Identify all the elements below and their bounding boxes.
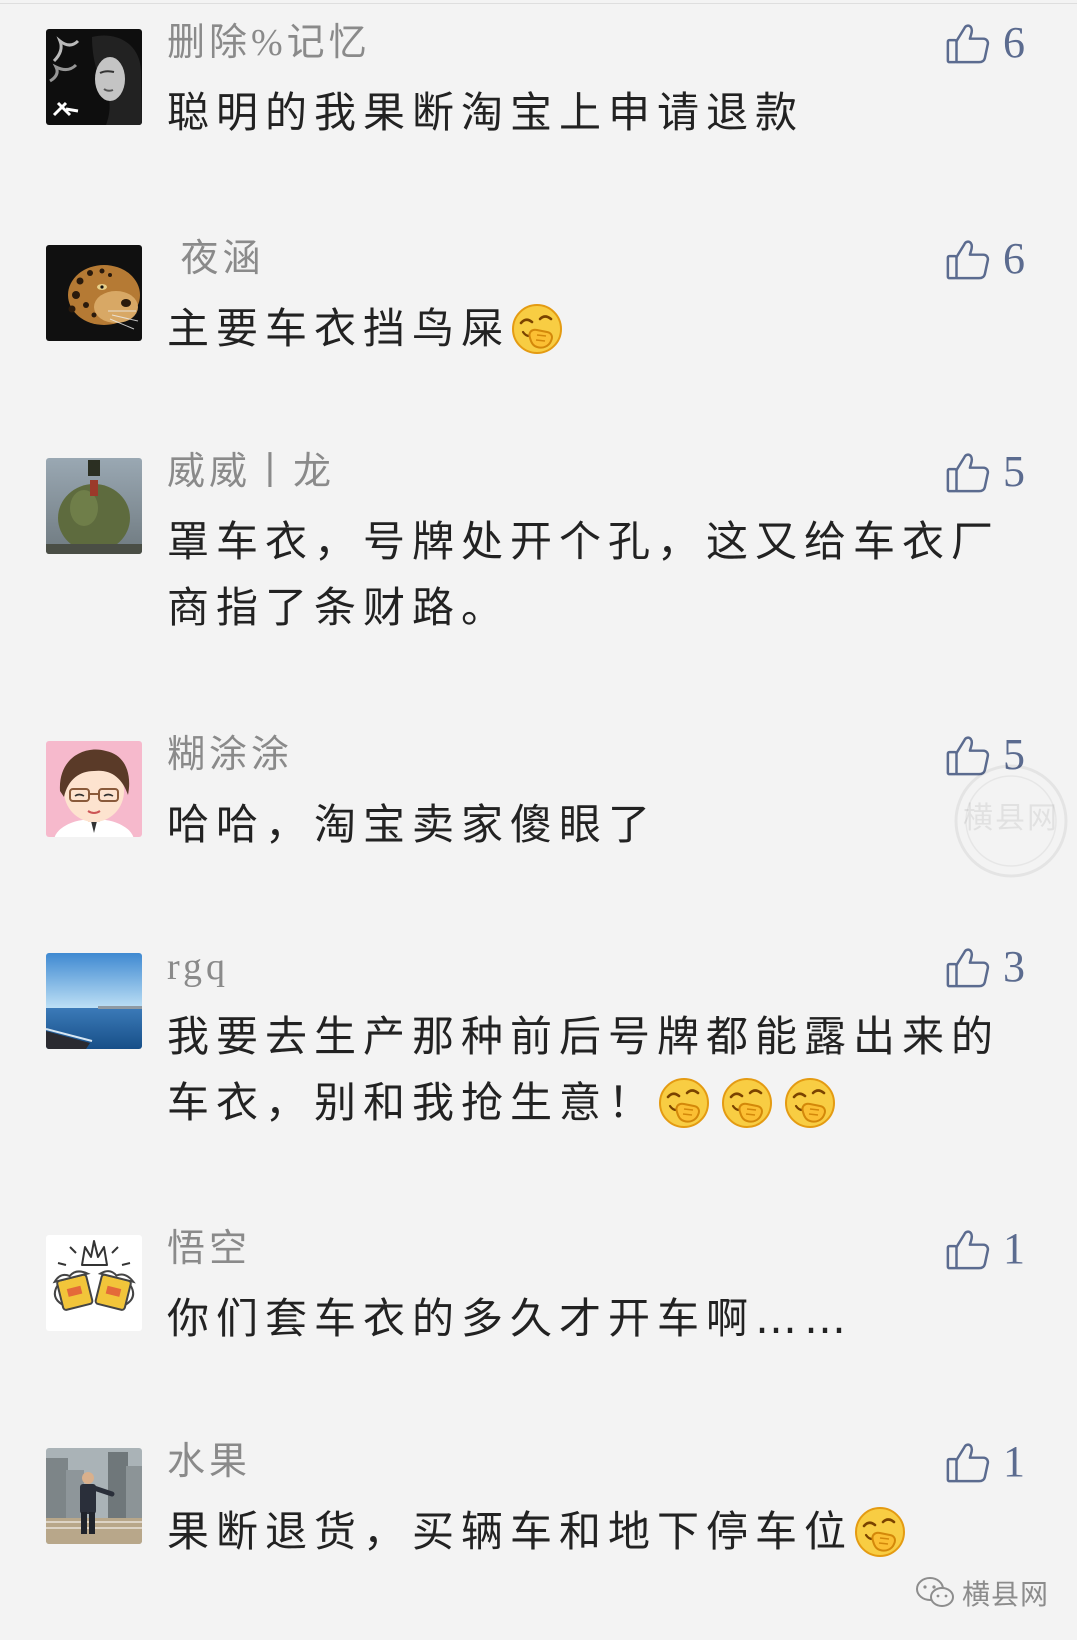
- comment-line: 罩车衣，号牌处开个孔，这又给车衣厂: [167, 509, 1000, 575]
- like-count: 1: [1003, 1437, 1025, 1486]
- laugh-emoji-icon: [853, 1505, 907, 1559]
- like-count: 5: [1003, 730, 1025, 779]
- avatar: [46, 458, 142, 554]
- thumbs-up-icon: [945, 449, 991, 495]
- comments-page: 删除%记忆 6 聪明的我果断淘宝上申请退款 夜涵 6 主要车衣挡鸟屎 威威丨龙 …: [0, 0, 1077, 1640]
- comment-line: 果断退货，买辆车和地下停车位: [167, 1499, 916, 1565]
- like-button[interactable]: 3: [945, 943, 1025, 991]
- comment-line: 商指了条财路。: [167, 575, 1000, 641]
- like-button[interactable]: 1: [945, 1438, 1025, 1486]
- avatar-city-man-image: [46, 1448, 142, 1544]
- laugh-emoji-icon: [510, 302, 564, 356]
- avatar: [46, 1235, 142, 1331]
- comment-line-text: 主要车衣挡鸟屎: [167, 304, 511, 353]
- like-count: 1: [1003, 1224, 1025, 1273]
- brand-watermark: 横县网: [914, 1574, 1049, 1612]
- like-count: 6: [1003, 234, 1025, 283]
- comment-item: rgq 3 我要去生产那种前后号牌都能露出来的 车衣，别和我抢生意！: [0, 943, 1077, 1143]
- comment-text: 聪明的我果断淘宝上申请退款: [167, 80, 804, 146]
- comment-line-text: 你们套车衣的多久才开车啊……: [167, 1294, 854, 1343]
- comment-username: 夜涵: [167, 238, 265, 280]
- avatar-sea-image: [46, 953, 142, 1049]
- comment-line: 你们套车衣的多久才开车啊……: [167, 1286, 853, 1352]
- comment-line-text: 哈哈，淘宝卖家傻眼了: [167, 800, 658, 849]
- comment-text: 主要车衣挡鸟屎: [167, 296, 573, 362]
- comment-line-text: 聪明的我果断淘宝上申请退款: [167, 88, 805, 137]
- comment-line-text: 车衣，别和我抢生意！: [167, 1078, 658, 1127]
- avatar-crown-beer-image: [46, 1235, 142, 1331]
- comment-item: 夜涵 6 主要车衣挡鸟屎: [0, 235, 1077, 435]
- comment-line: 哈哈，淘宝卖家傻眼了: [167, 792, 657, 858]
- comment-username: 威威丨龙: [167, 451, 336, 493]
- wechat-icon: [916, 1577, 954, 1607]
- avatar: [46, 741, 142, 837]
- laugh-emoji-icon: [657, 1076, 711, 1130]
- comment-line-text: 商指了条财路。: [167, 583, 511, 632]
- comment-text: 我要去生产那种前后号牌都能露出来的 车衣，别和我抢生意！: [167, 1004, 1000, 1136]
- like-button[interactable]: 5: [945, 731, 1025, 779]
- comment-text: 果断退货，买辆车和地下停车位: [167, 1499, 916, 1565]
- comment-item: 糊涂涂 5 哈哈，淘宝卖家傻眼了: [0, 731, 1077, 931]
- like-button[interactable]: 1: [945, 1225, 1025, 1273]
- thumbs-up-icon: [945, 236, 991, 282]
- avatar: [46, 953, 142, 1049]
- comment-line: 聪明的我果断淘宝上申请退款: [167, 80, 804, 146]
- comment-line: 车衣，别和我抢生意！: [167, 1070, 1000, 1136]
- avatar-cartoon-boy-image: [46, 741, 142, 837]
- thumbs-up-icon: [945, 732, 991, 778]
- avatar-canteen-image: [46, 458, 142, 554]
- brand-name: 横县网: [962, 1578, 1050, 1611]
- avatar-leopard-image: [46, 245, 142, 341]
- avatar: [46, 245, 142, 341]
- comment-username: 悟空: [167, 1228, 252, 1270]
- like-count: 5: [1003, 447, 1025, 496]
- like-count: 3: [1003, 942, 1025, 991]
- thumbs-up-icon: [945, 1439, 991, 1485]
- comment-item: 悟空 1 你们套车衣的多久才开车啊……: [0, 1225, 1077, 1425]
- like-button[interactable]: 5: [945, 448, 1025, 496]
- top-divider: [0, 3, 1077, 4]
- avatar: [46, 29, 142, 125]
- like-count: 6: [1003, 18, 1025, 67]
- like-button[interactable]: 6: [945, 19, 1025, 67]
- laugh-emoji-icon: [783, 1076, 837, 1130]
- comment-username: 水果: [167, 1441, 252, 1483]
- thumbs-up-icon: [945, 20, 991, 66]
- comment-line-text: 果断退货，买辆车和地下停车位: [167, 1507, 854, 1556]
- avatar: [46, 1448, 142, 1544]
- comment-username: 删除%记忆: [167, 22, 371, 64]
- comment-line: 我要去生产那种前后号牌都能露出来的: [167, 1004, 1000, 1070]
- comment-text: 罩车衣，号牌处开个孔，这又给车衣厂 商指了条财路。: [167, 509, 1000, 641]
- comment-username: 糊涂涂: [167, 734, 294, 776]
- comment-item: 删除%记忆 6 聪明的我果断淘宝上申请退款: [0, 19, 1077, 219]
- comment-text: 哈哈，淘宝卖家傻眼了: [167, 792, 657, 858]
- avatar-woman-smoking-image: [46, 29, 142, 125]
- laugh-emoji-icon: [720, 1076, 774, 1130]
- comment-line-text: 我要去生产那种前后号牌都能露出来的: [167, 1012, 1001, 1061]
- thumbs-up-icon: [945, 1226, 991, 1272]
- thumbs-up-icon: [945, 944, 991, 990]
- comment-item: 威威丨龙 5 罩车衣，号牌处开个孔，这又给车衣厂 商指了条财路。: [0, 448, 1077, 648]
- like-button[interactable]: 6: [945, 235, 1025, 283]
- comment-line-text: 罩车衣，号牌处开个孔，这又给车衣厂: [167, 517, 1001, 566]
- comment-text: 你们套车衣的多久才开车啊……: [167, 1286, 853, 1352]
- comment-line: 主要车衣挡鸟屎: [167, 296, 573, 362]
- comment-username: rgq: [167, 946, 229, 988]
